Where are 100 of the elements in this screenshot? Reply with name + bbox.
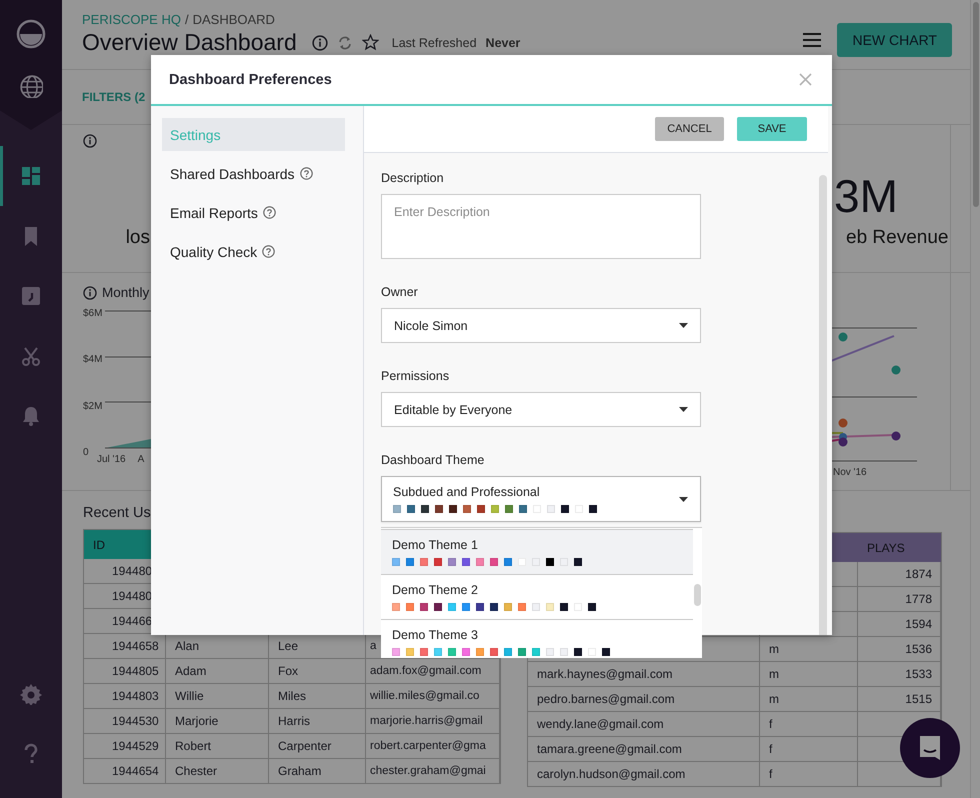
- chart-line: [831, 335, 894, 362]
- axis-tick-label: Nov '16: [833, 467, 867, 478]
- breadcrumb-current: DASHBOARD: [192, 12, 275, 27]
- description-field[interactable]: Enter Description: [381, 194, 701, 259]
- permissions-dropdown[interactable]: Editable by Everyone: [381, 392, 701, 427]
- dropdown-option[interactable]: Demo Theme 1: [381, 529, 693, 575]
- table-cell: chester.graham@gmai: [366, 759, 500, 784]
- chart-point: [838, 438, 848, 446]
- table-cell: adam.fox@gmail.com: [366, 659, 500, 684]
- globe-icon: [19, 74, 43, 98]
- field-label: Permissions: [381, 369, 450, 383]
- table-cell: pedro.barnes@gmail.com: [528, 687, 760, 712]
- table-cell: Graham: [269, 759, 366, 784]
- bell-icon: [20, 405, 42, 427]
- table-cell: 1874: [858, 562, 941, 587]
- cancel-button[interactable]: CANCEL: [655, 117, 724, 141]
- table-cell: f: [760, 712, 858, 737]
- table-cell: Miles: [269, 684, 366, 709]
- chart-point: [838, 418, 848, 428]
- table-cell: tamara.greene@gmail.com: [528, 737, 760, 762]
- table-cell: 1944803: [84, 684, 166, 709]
- table-title: Recent Us: [83, 505, 151, 521]
- table-cell: 1778: [858, 587, 941, 612]
- chat-icon: [917, 735, 943, 761]
- logo-icon: [15, 18, 47, 50]
- table-cell: m: [760, 662, 858, 687]
- save-button[interactable]: SAVE: [737, 117, 807, 141]
- table-cell: willie.miles@gmail.co: [366, 684, 500, 709]
- info-icon[interactable]: [312, 34, 328, 50]
- table-cell: 1533: [858, 662, 941, 687]
- scrollbar-thumb[interactable]: [819, 175, 827, 635]
- page-title: Overview Dashboard: [82, 29, 297, 56]
- dialog-title: Dashboard Preferences: [169, 72, 332, 88]
- last-refreshed-value: Never: [486, 36, 520, 50]
- chart-point: [892, 366, 900, 374]
- refresh-icon[interactable]: [336, 34, 353, 50]
- table-cell: Alan: [166, 634, 269, 659]
- table-cell: Marjorie: [166, 709, 269, 734]
- caret-icon: [679, 323, 688, 328]
- close-icon[interactable]: [799, 73, 812, 86]
- table-cell: 1536: [858, 637, 941, 662]
- table-cell: mark.haynes@gmail.com: [528, 662, 760, 687]
- table-cell: marjorie.harris@gmail: [366, 709, 500, 734]
- menu-item[interactable]: Email Reports: [162, 196, 345, 229]
- axis-tick-label: A: [138, 454, 144, 465]
- table-cell: 1944530: [84, 709, 166, 734]
- scrollbar-thumb[interactable]: [694, 584, 701, 606]
- axis-tick-label: $6M: [83, 308, 104, 319]
- scissors-icon: [20, 345, 42, 367]
- field-label: Description: [381, 171, 444, 185]
- table-cell: Adam: [166, 659, 269, 684]
- table-cell: f: [760, 762, 858, 787]
- menu-icon[interactable]: [803, 33, 822, 47]
- info-icon: [83, 134, 97, 148]
- table-cell: robert.carpenter@gma: [366, 734, 500, 759]
- info-icon: [83, 286, 97, 300]
- table-cell: 1944805: [84, 659, 166, 684]
- table-cell: 1944654: [84, 759, 166, 784]
- scrollbar-thumb[interactable]: [973, 2, 979, 207]
- widget-label: los: [124, 227, 151, 249]
- table-cell: Robert: [166, 734, 269, 759]
- menu-item[interactable]: Shared Dashboards: [162, 157, 345, 190]
- chart-title: Monthly: [102, 285, 150, 300]
- table-cell: Willie: [166, 684, 269, 709]
- table-cell: f: [760, 737, 858, 762]
- breadcrumb-separator: /: [184, 12, 189, 27]
- widget-label: eb Revenue: [845, 227, 950, 249]
- axis-tick-label: 0: [83, 446, 90, 458]
- star-icon[interactable]: [362, 34, 379, 51]
- chart-point: [838, 332, 848, 342]
- menu-item[interactable]: Quality Check: [162, 235, 345, 268]
- caret-icon: [679, 496, 688, 502]
- table-cell: Chester: [166, 759, 269, 784]
- table-cell: Carpenter: [269, 734, 366, 759]
- widget-value: 3M: [834, 169, 899, 223]
- table-cell: m: [760, 687, 858, 712]
- axis-tick-label: $2M: [83, 400, 104, 412]
- column-header: PLAYS: [858, 533, 941, 562]
- last-refreshed-label: Last Refreshed: [392, 36, 477, 50]
- table-cell: Lee: [269, 634, 366, 659]
- owner-dropdown[interactable]: Nicole Simon: [381, 308, 701, 343]
- axis-tick-label: Jul '16: [97, 454, 126, 465]
- field-label: Owner: [381, 285, 418, 299]
- table-cell: m: [760, 637, 858, 662]
- settings-icon: [20, 683, 42, 705]
- table-cell: wendy.lane@gmail.com: [528, 712, 760, 737]
- field-label: Dashboard Theme: [381, 453, 484, 467]
- table-cell: 1944658: [84, 634, 166, 659]
- table-cell: 1515: [858, 687, 941, 712]
- chart-point: [892, 432, 900, 440]
- theme-name: Subdued and Professional: [393, 485, 541, 499]
- table-cell: Harris: [269, 709, 366, 734]
- table-cell: 1594: [858, 612, 941, 637]
- axis-tick-label: $4M: [83, 354, 104, 366]
- table-cell: 1944529: [84, 734, 166, 759]
- theme-dropdown[interactable]: Subdued and Professional: [381, 476, 701, 522]
- table-cell: carolyn.hudson@gmail.com: [528, 762, 760, 787]
- table-cell: Fox: [269, 659, 366, 684]
- dashboard-icon: [20, 165, 42, 187]
- caret-icon: [679, 407, 688, 412]
